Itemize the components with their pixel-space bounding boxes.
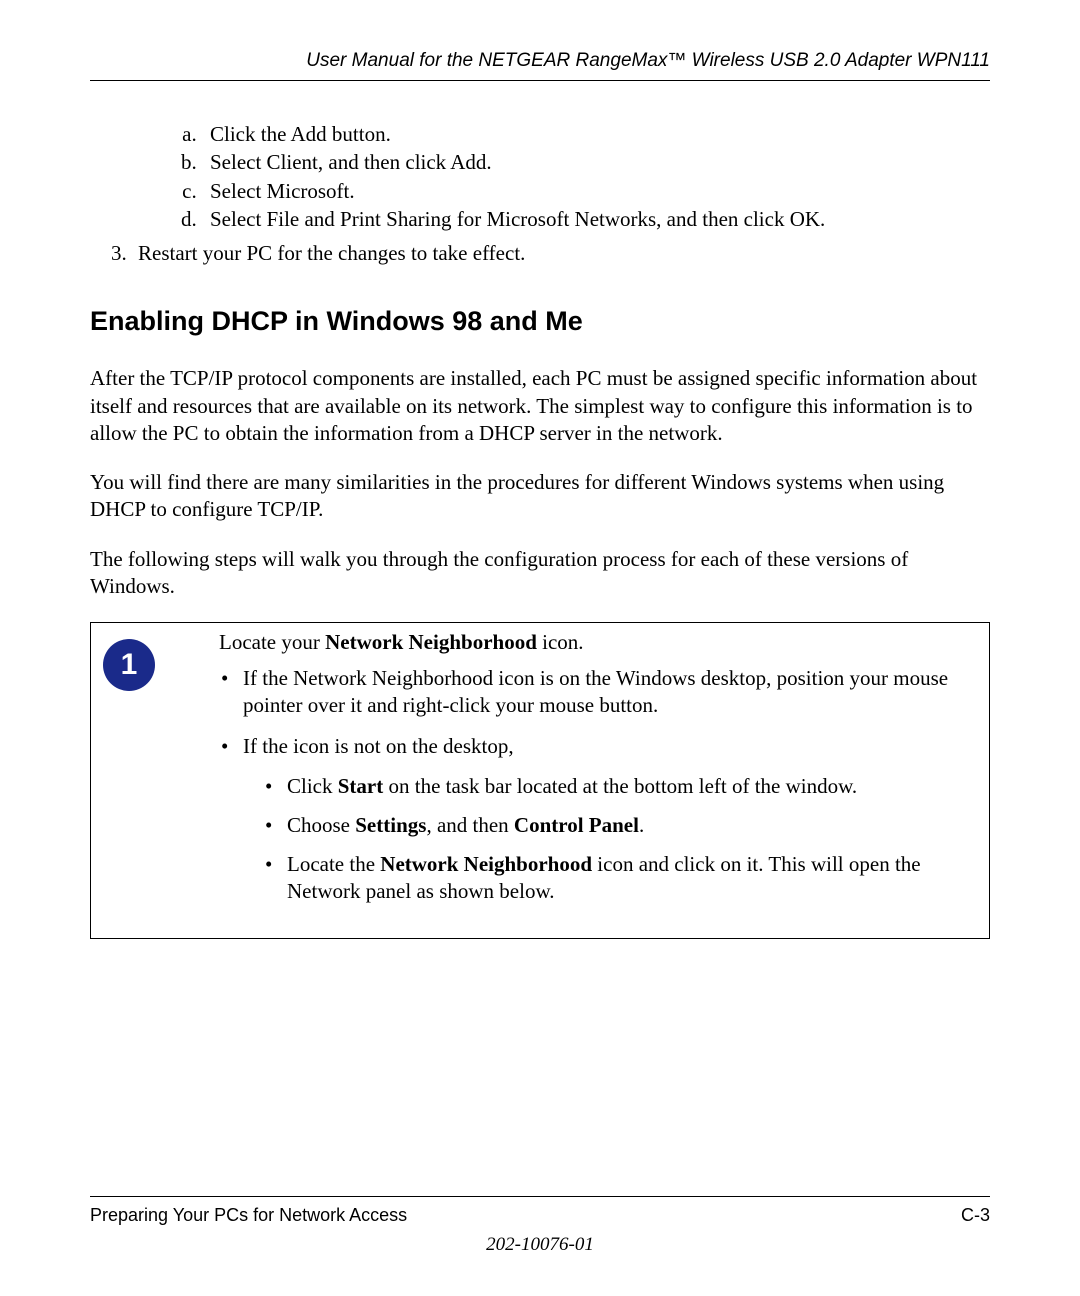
- text: Click: [287, 774, 338, 798]
- text: Locate the: [287, 852, 380, 876]
- text: on the task bar located at the bottom le…: [383, 774, 857, 798]
- text-bold: Start: [338, 774, 384, 798]
- text-bold: Network Neighborhood: [325, 630, 537, 654]
- paragraph: After the TCP/IP protocol components are…: [90, 365, 990, 447]
- text-bold: Control Panel: [514, 813, 639, 837]
- text: Choose: [287, 813, 355, 837]
- list-item: Select Microsoft.: [202, 178, 990, 204]
- list-item: Click the Add button.: [202, 121, 990, 147]
- callout-body: Locate your Network Neighborhood icon. I…: [177, 629, 975, 919]
- step-number: 1: [121, 648, 138, 682]
- document-number: 202-10076-01: [0, 1234, 1080, 1256]
- list-item: Select File and Print Sharing for Micros…: [202, 206, 990, 232]
- step-callout: 1 Locate your Network Neighborhood icon.…: [90, 622, 990, 938]
- numbered-list: Restart your PC for the changes to take …: [90, 240, 990, 266]
- page: User Manual for the NETGEAR RangeMax™ Wi…: [0, 0, 1080, 1296]
- list-item: Locate the Network Neighborhood icon and…: [287, 851, 975, 906]
- paragraph: You will find there are many similaritie…: [90, 469, 990, 524]
- footer-left: Preparing Your PCs for Network Access: [90, 1205, 407, 1226]
- section-heading: Enabling DHCP in Windows 98 and Me: [90, 306, 990, 337]
- text: Locate your: [219, 630, 325, 654]
- text: If the icon is not on the desktop,: [243, 734, 514, 758]
- list-item: Choose Settings, and then Control Panel.: [287, 812, 975, 839]
- step-number-badge: 1: [103, 639, 155, 691]
- list-item: If the Network Neighborhood icon is on t…: [243, 665, 975, 720]
- alpha-sublist: Click the Add button. Select Client, and…: [90, 121, 990, 232]
- paragraph: The following steps will walk you throug…: [90, 546, 990, 601]
- list-item: If the icon is not on the desktop, Click…: [243, 733, 975, 905]
- header-title: User Manual for the NETGEAR RangeMax™ Wi…: [306, 50, 990, 71]
- text-bold: Settings: [355, 813, 426, 837]
- text: .: [639, 813, 644, 837]
- text: , and then: [426, 813, 513, 837]
- footer-right: C-3: [961, 1205, 990, 1226]
- list-item: Select Client, and then click Add.: [202, 149, 990, 175]
- bullet-sublist: Click Start on the task bar located at t…: [243, 773, 975, 906]
- list-item: Restart your PC for the changes to take …: [132, 240, 990, 266]
- bullet-list: If the Network Neighborhood icon is on t…: [177, 665, 975, 906]
- page-footer: Preparing Your PCs for Network Access C-…: [90, 1196, 990, 1226]
- list-item: Click Start on the task bar located at t…: [287, 773, 975, 800]
- page-header: User Manual for the NETGEAR RangeMax™ Wi…: [90, 50, 990, 81]
- text-bold: Network Neighborhood: [380, 852, 592, 876]
- text: icon.: [537, 630, 584, 654]
- callout-lead: Locate your Network Neighborhood icon.: [219, 629, 975, 656]
